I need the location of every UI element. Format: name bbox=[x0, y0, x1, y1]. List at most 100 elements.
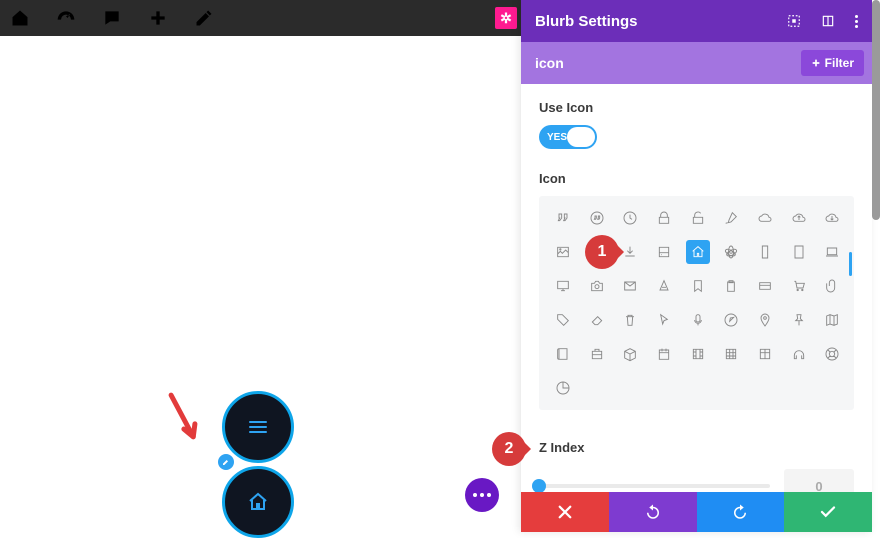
mail-icon bbox=[622, 278, 638, 294]
panel-search-bar: Filter bbox=[521, 42, 872, 84]
chat-icon[interactable] bbox=[102, 8, 122, 28]
callout-text: 1 bbox=[598, 243, 607, 261]
icon-option-cloud-down[interactable] bbox=[820, 206, 844, 230]
icon-option-home[interactable] bbox=[686, 240, 710, 264]
redo-button[interactable] bbox=[697, 492, 785, 532]
icon-option-box[interactable] bbox=[618, 342, 642, 366]
toggle-knob bbox=[567, 127, 595, 147]
icon-option-drive[interactable] bbox=[652, 240, 676, 264]
icon-option-film[interactable] bbox=[686, 342, 710, 366]
icon-option-pin[interactable] bbox=[753, 308, 777, 332]
icon-option-columns[interactable] bbox=[753, 342, 777, 366]
icon-option-clipboard[interactable] bbox=[719, 274, 743, 298]
callout-badge-1: 1 bbox=[585, 235, 619, 269]
page-scrollbar[interactable] bbox=[872, 0, 880, 220]
icon-option-paperclip[interactable] bbox=[820, 274, 844, 298]
bookmark-icon bbox=[690, 278, 706, 294]
blurb-home-module[interactable] bbox=[222, 466, 294, 538]
star-badge-icon[interactable]: ✲ bbox=[495, 7, 517, 29]
icon-option-cart[interactable] bbox=[787, 274, 811, 298]
icon-option-pushpin[interactable] bbox=[787, 308, 811, 332]
kebab-menu-icon[interactable] bbox=[855, 15, 858, 28]
slider-thumb[interactable] bbox=[532, 479, 546, 492]
icon-option-cursor[interactable] bbox=[652, 308, 676, 332]
module-edit-handle[interactable] bbox=[218, 454, 234, 470]
expand-icon[interactable] bbox=[821, 14, 835, 28]
clipboard-icon bbox=[723, 278, 739, 294]
icon-option-image[interactable] bbox=[551, 240, 575, 264]
gauge-icon[interactable] bbox=[56, 8, 76, 28]
blurb-settings-panel: Blurb Settings Filter Use Icon YES Icon … bbox=[521, 0, 872, 532]
undo-icon bbox=[644, 503, 662, 521]
icon-option-cloud[interactable] bbox=[753, 206, 777, 230]
use-icon-toggle[interactable]: YES bbox=[539, 125, 597, 149]
panel-header: Blurb Settings bbox=[521, 0, 872, 42]
icon-option-lifebuoy[interactable] bbox=[820, 342, 844, 366]
book-icon bbox=[555, 346, 571, 362]
grid-icon bbox=[723, 346, 739, 362]
icon-option-brush[interactable] bbox=[719, 206, 743, 230]
icon-option-lock[interactable] bbox=[652, 206, 676, 230]
save-button[interactable] bbox=[784, 492, 872, 532]
icon-option-book[interactable] bbox=[551, 342, 575, 366]
drive-icon bbox=[656, 244, 672, 260]
star-glyph: ✲ bbox=[500, 10, 512, 27]
toggle-value: YES bbox=[547, 132, 567, 143]
zindex-value[interactable]: 0 bbox=[784, 469, 854, 492]
icon-option-atom[interactable] bbox=[719, 240, 743, 264]
icon-option-bookmark[interactable] bbox=[686, 274, 710, 298]
pencil-icon[interactable] bbox=[194, 8, 214, 28]
blurb-menu-module[interactable] bbox=[222, 391, 294, 463]
filter-button[interactable]: Filter bbox=[801, 50, 864, 76]
icon-option-tablet[interactable] bbox=[787, 240, 811, 264]
icon-option-clock[interactable] bbox=[618, 206, 642, 230]
icon-option-cone[interactable] bbox=[652, 274, 676, 298]
map-icon bbox=[824, 312, 840, 328]
icon-option-quotes-circle[interactable] bbox=[585, 206, 609, 230]
cart-icon bbox=[791, 278, 807, 294]
icon-option-pie[interactable] bbox=[551, 376, 575, 400]
card-icon bbox=[757, 278, 773, 294]
pencil-icon bbox=[222, 458, 230, 466]
grid-scrollbar[interactable] bbox=[849, 252, 852, 276]
icon-option-briefcase[interactable] bbox=[585, 342, 609, 366]
icon-option-camera[interactable] bbox=[585, 274, 609, 298]
paperclip-icon bbox=[824, 278, 840, 294]
builder-canvas bbox=[0, 36, 521, 532]
zindex-slider[interactable] bbox=[539, 484, 770, 488]
check-icon bbox=[819, 503, 837, 521]
zindex-label: Z Index bbox=[539, 440, 854, 455]
lifebuoy-icon bbox=[824, 346, 840, 362]
trash-icon bbox=[622, 312, 638, 328]
atom-icon bbox=[723, 244, 739, 260]
icon-option-phone[interactable] bbox=[753, 240, 777, 264]
icon-option-quotes[interactable] bbox=[551, 206, 575, 230]
icon-option-calendar[interactable] bbox=[652, 342, 676, 366]
filter-label: Filter bbox=[825, 56, 854, 70]
panel-footer bbox=[521, 492, 872, 532]
icon-option-trash[interactable] bbox=[618, 308, 642, 332]
icon-option-eraser[interactable] bbox=[585, 308, 609, 332]
icon-option-compass[interactable] bbox=[719, 308, 743, 332]
icon-option-headphones[interactable] bbox=[787, 342, 811, 366]
snap-icon[interactable] bbox=[787, 14, 801, 28]
home-icon[interactable] bbox=[10, 8, 30, 28]
icon-option-laptop[interactable] bbox=[820, 240, 844, 264]
icon-option-map[interactable] bbox=[820, 308, 844, 332]
icon-option-tag[interactable] bbox=[551, 308, 575, 332]
plus-icon[interactable] bbox=[148, 8, 168, 28]
icon-option-mic[interactable] bbox=[686, 308, 710, 332]
icon-option-desktop[interactable] bbox=[551, 274, 575, 298]
icon-option-cloud-up[interactable] bbox=[787, 206, 811, 230]
icon-option-grid[interactable] bbox=[719, 342, 743, 366]
icon-option-card[interactable] bbox=[753, 274, 777, 298]
briefcase-icon bbox=[589, 346, 605, 362]
wp-admin-toolbar: ✲ bbox=[0, 0, 521, 36]
icon-option-mail[interactable] bbox=[618, 274, 642, 298]
undo-button[interactable] bbox=[609, 492, 697, 532]
icon-option-lock-open[interactable] bbox=[686, 206, 710, 230]
settings-search-input[interactable] bbox=[535, 55, 801, 71]
builder-menu-fab[interactable] bbox=[465, 478, 499, 512]
cancel-button[interactable] bbox=[521, 492, 609, 532]
home-icon bbox=[690, 244, 706, 260]
